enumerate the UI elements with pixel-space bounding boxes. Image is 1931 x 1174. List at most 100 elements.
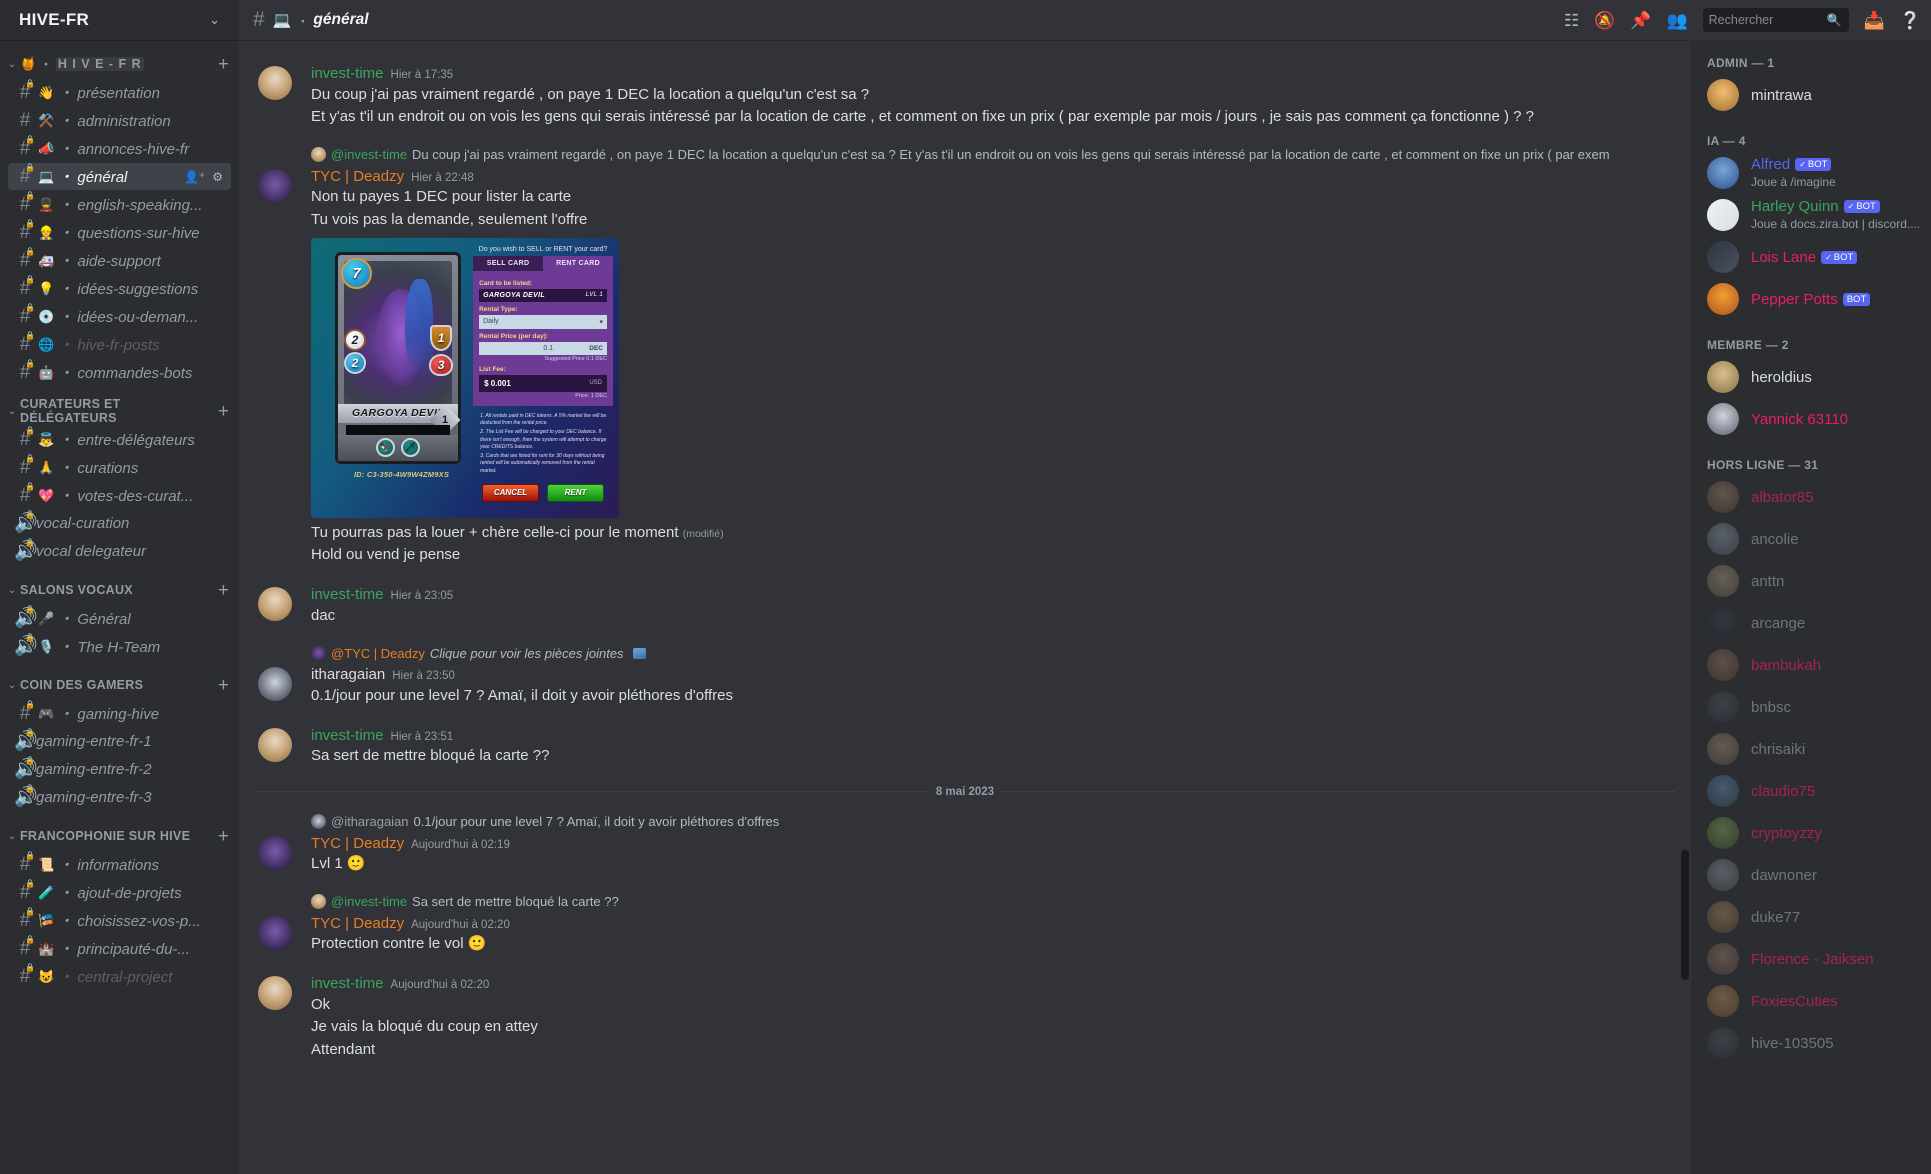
add-channel-button[interactable]: + (218, 581, 229, 600)
avatar[interactable] (1707, 361, 1739, 393)
avatar[interactable] (258, 66, 292, 100)
rental-type-select[interactable]: Daily ▾ (479, 314, 607, 329)
message-author[interactable]: TYC | Deadzy (311, 834, 404, 854)
avatar[interactable] (1707, 241, 1739, 273)
avatar[interactable] (1707, 859, 1739, 891)
sidebar-channel-gaming-entre-fr-2[interactable]: 🔊 🔒 gaming-entre-fr-2 (8, 756, 231, 783)
member-row-yannick-63110[interactable]: Yannick 63110 (1699, 398, 1923, 440)
reply-context[interactable]: @TYC | Deadzy Clique pour voir les pièces… (311, 643, 1691, 663)
avatar[interactable] (1707, 1027, 1739, 1059)
message-author[interactable]: TYC | Deadzy (311, 914, 404, 934)
category-collapse-icon[interactable]: ⌄ (8, 59, 20, 70)
avatar[interactable] (1707, 79, 1739, 111)
sidebar-channel--votes-des-curat-[interactable]: # 🔒 💖 ・ votes-des-curat... (8, 482, 231, 509)
help-icon[interactable]: ❔ (1900, 12, 1921, 29)
message-author[interactable]: TYC | Deadzy (311, 167, 404, 187)
search-input[interactable] (1708, 13, 1827, 27)
channel-category-0[interactable]: ⌄ 🍯 ・ H I V E - F R + (0, 50, 239, 78)
avatar[interactable] (258, 976, 292, 1011)
channel-category-4[interactable]: ⌄ FRANCOPHONIE SUR HIVE + (0, 822, 239, 850)
sidebar-channel--g-n-ral[interactable]: # 🔒 💻 ・ général 👤⁺ ⚙ (8, 163, 231, 190)
avatar[interactable] (1707, 901, 1739, 933)
avatar[interactable] (1707, 199, 1739, 231)
sidebar-channel--central-project[interactable]: # 🔒 😺 ・ central-project (8, 963, 231, 990)
rental-price-field[interactable]: DEC (479, 341, 607, 355)
member-row-foxiescuties[interactable]: FoxiesCuties (1699, 980, 1923, 1022)
member-row-florence-jaiksen[interactable]: Florence - Jaiksen (1699, 938, 1923, 980)
server-header[interactable]: HIVE-FR ⌄ (0, 0, 239, 40)
sidebar-channel--commandes-bots[interactable]: # 🔒 🤖 ・ commandes-bots (8, 359, 231, 386)
member-row-bambukah[interactable]: bambukah (1699, 644, 1923, 686)
member-row-alfred[interactable]: Alfred ✓ BOT Joue à /imagine (1699, 152, 1923, 194)
sidebar-channel--choisissez-vos-p-[interactable]: # 🔒 🎏 ・ choisissez-vos-p... (8, 907, 231, 934)
scrollbar-thumb[interactable] (1681, 850, 1689, 980)
avatar[interactable] (1707, 283, 1739, 315)
reply-context[interactable]: @itharagaian 0.1/jour pour une level 7 ? … (311, 812, 1691, 832)
tab-rent-card[interactable]: RENT CARD (543, 255, 614, 271)
channel-category-2[interactable]: ⌄ SALONS VOCAUX + (0, 576, 239, 604)
sidebar-channel--principaut-du-[interactable]: # 🔒 🏰 ・ principauté-du-... (8, 935, 231, 962)
member-row-albator85[interactable]: albator85 (1699, 476, 1923, 518)
reply-context[interactable]: @invest-time Sa sert de mettre bloqué la … (311, 892, 1691, 912)
sidebar-channel--g-n-ral[interactable]: 🔊 🔒 🎤 ・ Général (8, 605, 231, 632)
member-row-pepper-potts[interactable]: Pepper Potts BOT (1699, 278, 1923, 320)
avatar[interactable] (1707, 607, 1739, 639)
message-author[interactable]: itharagaian (311, 665, 385, 685)
avatar[interactable] (1707, 691, 1739, 723)
invite-icon[interactable]: 👤⁺ (184, 170, 205, 184)
sidebar-channel--english-speaking-[interactable]: # 🔒 💂 ・ english-speaking... (8, 191, 231, 218)
add-channel-button[interactable]: + (218, 676, 229, 695)
sidebar-channel--gaming-hive[interactable]: # 🔒 🎮 ・ gaming-hive (8, 700, 231, 727)
member-row-mintrawa[interactable]: mintrawa (1699, 74, 1923, 116)
message-author[interactable]: invest-time (311, 64, 384, 84)
sidebar-channel--administration[interactable]: # ⚒️ ・ administration (8, 107, 231, 134)
avatar[interactable] (258, 168, 292, 203)
threads-icon[interactable]: ☷ (1564, 12, 1579, 29)
splinterlands-card-embed[interactable]: 7 2 2 1 3 GARGOYA DEVIL 1 🦅 🗡 ID: C3-350-4W9W4ZM9… (311, 237, 619, 518)
reply-author[interactable]: @invest-time (331, 894, 407, 909)
sidebar-channel--id-es-ou-deman-[interactable]: # 🔒 💿 ・ idées-ou-deman... (8, 303, 231, 330)
member-row-hive-103505[interactable]: hive-103505 (1699, 1022, 1923, 1064)
avatar[interactable] (1707, 817, 1739, 849)
member-row-bnbsc[interactable]: bnbsc (1699, 686, 1923, 728)
message-author[interactable]: invest-time (311, 585, 384, 605)
avatar[interactable] (1707, 403, 1739, 435)
avatar[interactable] (258, 667, 292, 702)
member-row-claudio75[interactable]: claudio75 (1699, 770, 1923, 812)
member-row-dawnoner[interactable]: dawnoner (1699, 854, 1923, 896)
sidebar-channel--questions-sur-hive[interactable]: # 🔒 👷 ・ questions-sur-hive (8, 219, 231, 246)
avatar[interactable] (258, 835, 292, 870)
member-row-heroldius[interactable]: heroldius (1699, 356, 1923, 398)
channel-category-1[interactable]: ⌄ CURATEURS ET DÉLÉGATEURS + (0, 397, 239, 425)
sidebar-channel--curations[interactable]: # 🔒 🙏 ・ curations (8, 454, 231, 481)
sidebar-channel-gaming-entre-fr-3[interactable]: 🔊 🔒 gaming-entre-fr-3 (8, 784, 231, 811)
sidebar-channel--annonces-hive-fr[interactable]: # 🔒 📣 ・ annonces-hive-fr (8, 135, 231, 162)
avatar[interactable] (1707, 523, 1739, 555)
avatar[interactable] (1707, 943, 1739, 975)
message-author[interactable]: invest-time (311, 974, 384, 994)
avatar[interactable] (1707, 565, 1739, 597)
sidebar-channel--informations[interactable]: # 🔒 📜 ・ informations (8, 851, 231, 878)
avatar[interactable] (1707, 481, 1739, 513)
avatar[interactable] (258, 915, 292, 950)
member-row-ancolie[interactable]: ancolie (1699, 518, 1923, 560)
notification-off-icon[interactable]: 🔕 (1594, 12, 1615, 29)
avatar[interactable] (1707, 985, 1739, 1017)
member-row-chrisaiki[interactable]: chrisaiki (1699, 728, 1923, 770)
rent-button[interactable]: RENT (547, 483, 605, 502)
reply-author[interactable]: @invest-time (331, 147, 407, 162)
reply-context[interactable]: @invest-time Du coup j'ai pas vraiment re… (311, 145, 1691, 165)
sidebar-channel--hive-fr-posts[interactable]: # 🔒 🌐 ・ hive-fr-posts (8, 331, 231, 358)
add-channel-button[interactable]: + (218, 402, 229, 421)
avatar[interactable] (258, 587, 292, 622)
sidebar-channel-gaming-entre-fr-1[interactable]: 🔊 🔒 gaming-entre-fr-1 (8, 728, 231, 755)
sidebar-channel-vocal-delegateur[interactable]: 🔊 🔒 vocal delegateur (8, 538, 231, 565)
rental-price-input[interactable] (483, 344, 554, 352)
reply-author[interactable]: @itharagaian (331, 814, 409, 829)
member-row-arcange[interactable]: arcange (1699, 602, 1923, 644)
sidebar-channel--entre-d-l-gateurs[interactable]: # 🔒 👼 ・ entre-délégateurs (8, 426, 231, 453)
sidebar-channel--pr-sentation[interactable]: # 🔒 👋 ・ présentation (8, 79, 231, 106)
sidebar-channel-vocal-curation[interactable]: 🔊 🔒 vocal-curation (8, 510, 231, 537)
sidebar-channel--aide-support[interactable]: # 🔒 🚑 ・ aide-support (8, 247, 231, 274)
search-box[interactable]: 🔍 (1702, 8, 1849, 32)
